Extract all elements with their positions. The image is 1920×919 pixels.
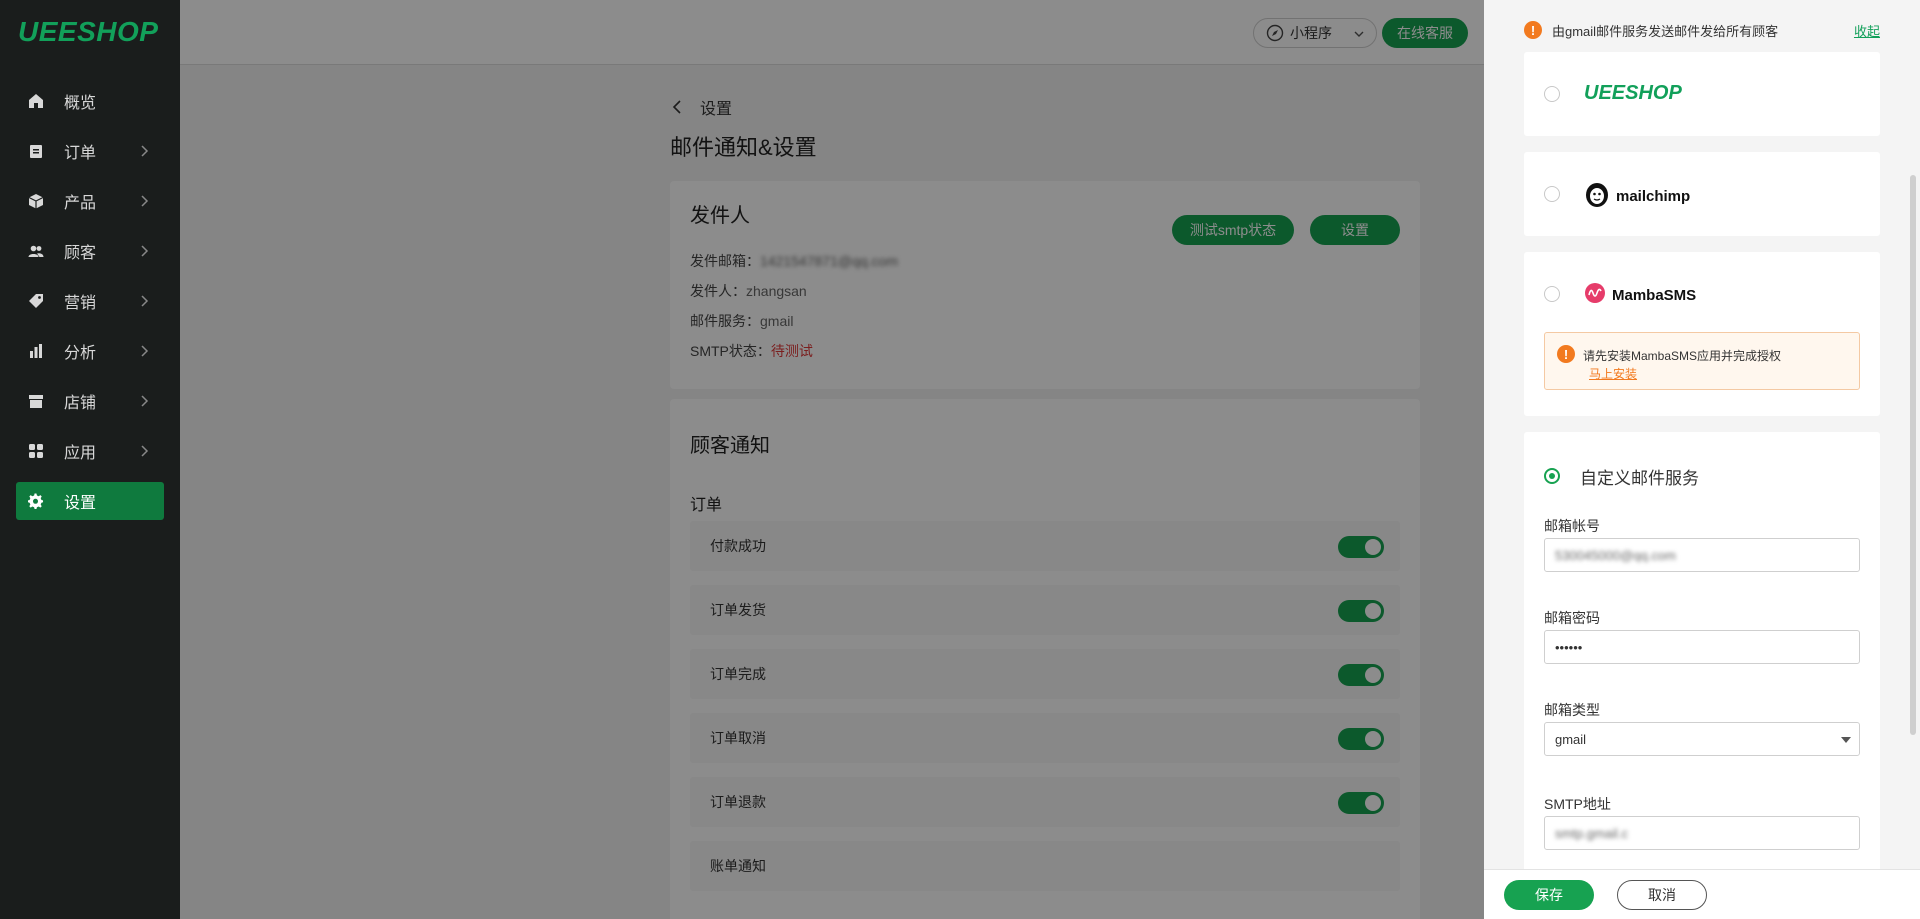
sidebar-item-label: 分析 <box>64 345 97 362</box>
sidebar-item-label: 应用 <box>64 445 97 462</box>
account-label: 邮箱帐号 <box>1544 518 1600 534</box>
sidebar: UEESHOP 概览 订单 产品 顾客 营销 分析 店铺 应用 设置 <box>0 0 180 919</box>
drawer-scrollbar[interactable] <box>1910 175 1916 735</box>
type-label: 邮箱类型 <box>1544 702 1600 718</box>
radio-mambasms[interactable] <box>1544 286 1560 302</box>
chevron-right-icon <box>136 443 152 459</box>
sidebar-item-label: 设置 <box>64 495 97 512</box>
sidebar-item-marketing[interactable]: 营销 <box>16 282 164 320</box>
radio-custom[interactable] <box>1544 468 1560 484</box>
provider-custom: 自定义邮件服务 邮箱帐号 530045000@qq.com 邮箱密码 •••••… <box>1524 432 1880 872</box>
drawer-footer: 保存 取消 <box>1484 869 1920 919</box>
radio-mailchimp[interactable] <box>1544 186 1560 202</box>
sidebar-item-label: 订单 <box>64 145 97 162</box>
sidebar-item-settings[interactable]: 设置 <box>16 482 164 520</box>
warning-icon: ! <box>1557 345 1575 363</box>
radio-ueeshop[interactable] <box>1544 86 1560 102</box>
smtp-address-field[interactable]: smtp.gmail.c <box>1544 816 1860 850</box>
mailchimp-logo: mailchimp <box>1584 180 1690 213</box>
custom-service-title: 自定义邮件服务 <box>1580 469 1699 488</box>
apps-icon <box>28 443 44 459</box>
brand-logo[interactable]: UEESHOP <box>18 16 158 48</box>
sidebar-item-orders[interactable]: 订单 <box>16 132 164 170</box>
mambasms-alert-text: 请先安装MambaSMS应用并完成授权 <box>1583 349 1782 363</box>
sidebar-item-store[interactable]: 店铺 <box>16 382 164 420</box>
sidebar-item-label: 顾客 <box>64 245 97 262</box>
mailchimp-icon <box>1584 180 1610 213</box>
sidebar-nav: 概览 订单 产品 顾客 营销 分析 店铺 应用 设置 <box>16 82 164 532</box>
save-button[interactable]: 保存 <box>1504 880 1594 910</box>
email-password-field[interactable]: •••••• <box>1544 630 1860 664</box>
email-account-field[interactable]: 530045000@qq.com <box>1544 538 1860 572</box>
sidebar-item-customers[interactable]: 顾客 <box>16 232 164 270</box>
modal-overlay[interactable] <box>180 0 1484 919</box>
chevron-right-icon <box>136 393 152 409</box>
sidebar-item-label: 店铺 <box>64 395 97 412</box>
drawer-notice-text: 由gmail邮件服务发送邮件发给所有顾客 <box>1552 23 1779 39</box>
provider-ueeshop[interactable]: UEESHOP <box>1524 52 1880 136</box>
users-icon <box>28 243 44 259</box>
provider-mailchimp[interactable]: mailchimp <box>1524 152 1880 236</box>
chevron-right-icon <box>136 293 152 309</box>
sidebar-item-label: 概览 <box>64 95 97 112</box>
mambasms-icon <box>1584 282 1606 309</box>
mambasms-install-alert: ! 请先安装MambaSMS应用并完成授权 马上安装 <box>1544 332 1860 390</box>
clipboard-icon <box>28 143 44 159</box>
store-icon <box>28 393 44 409</box>
sidebar-item-overview[interactable]: 概览 <box>16 82 164 120</box>
email-type-select[interactable]: gmail <box>1544 722 1860 756</box>
mambasms-logo: MambaSMS <box>1584 282 1696 309</box>
ueeshop-logo: UEESHOP <box>1584 82 1682 104</box>
collapse-link[interactable]: 收起 <box>1854 21 1880 40</box>
cancel-button[interactable]: 取消 <box>1617 880 1707 910</box>
sidebar-item-label: 产品 <box>64 195 97 212</box>
home-icon <box>28 93 44 109</box>
warning-icon: ! <box>1524 21 1542 39</box>
sidebar-item-apps[interactable]: 应用 <box>16 432 164 470</box>
sidebar-item-analytics[interactable]: 分析 <box>16 332 164 370</box>
chevron-right-icon <box>136 243 152 259</box>
chevron-right-icon <box>136 343 152 359</box>
sidebar-item-products[interactable]: 产品 <box>16 182 164 220</box>
mail-service-drawer: ! 由gmail邮件服务发送邮件发给所有顾客 收起 UEESHOP mailch… <box>1484 0 1920 919</box>
bar-chart-icon <box>28 343 44 359</box>
provider-mambasms[interactable]: MambaSMS ! 请先安装MambaSMS应用并完成授权 马上安装 <box>1524 252 1880 416</box>
box-icon <box>28 193 44 209</box>
sidebar-item-label: 营销 <box>64 295 97 312</box>
tag-icon <box>28 293 44 309</box>
drawer-notice: ! 由gmail邮件服务发送邮件发给所有顾客 收起 <box>1524 18 1880 42</box>
gear-icon <box>28 493 44 509</box>
caret-down-icon <box>1841 737 1851 743</box>
chevron-right-icon <box>136 143 152 159</box>
smtp-label: SMTP地址 <box>1544 796 1611 812</box>
install-now-link[interactable]: 马上安装 <box>1589 365 1637 382</box>
password-label: 邮箱密码 <box>1544 610 1600 626</box>
chevron-right-icon <box>136 193 152 209</box>
